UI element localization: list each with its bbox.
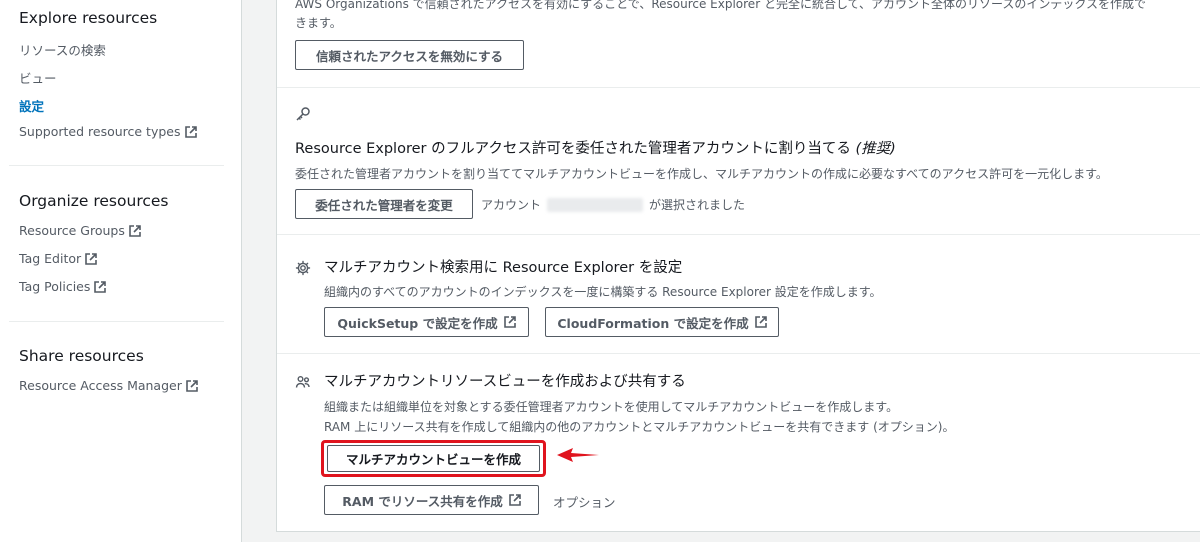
optional-label: オプション (553, 495, 616, 510)
section-divider (277, 353, 1200, 354)
multi-view-description-ram: RAM 上にリソース共有を作成して組織内の他のアカウントとマルチアカウントビュー… (324, 420, 955, 434)
gear-icon (295, 260, 311, 276)
nav-section-explore: Explore resources リソースの検索 ビュー 設定 Support… (19, 9, 197, 139)
sidebar-item-label: リソースの検索 (19, 43, 106, 58)
nav-section-share: Share resources Resource Access Manager (19, 347, 198, 393)
account-suffix: が選択されました (649, 198, 746, 212)
external-link-icon (94, 280, 107, 293)
sidebar-item-label: 設定 (19, 99, 45, 114)
nav-divider (9, 321, 224, 322)
external-link-icon (186, 379, 198, 392)
change-delegated-admin-button[interactable]: 委任された管理者を変更 (295, 189, 473, 219)
external-link-icon (184, 125, 197, 138)
selected-account-status: アカウント が選択されました (481, 196, 745, 213)
create-multi-account-view-button[interactable]: マルチアカウントビューを作成 (327, 445, 540, 472)
sidebar-item-label: Tag Editor (19, 251, 82, 266)
quicksetup-button[interactable]: QuickSetup で設定を作成 (324, 307, 529, 337)
section-divider (277, 87, 1200, 88)
external-link-icon (85, 252, 97, 265)
cloudformation-button-label: CloudFormation で設定を作成 (557, 315, 749, 331)
external-link-icon (754, 316, 767, 328)
external-link-icon (129, 224, 141, 237)
red-arrow-icon (557, 448, 599, 462)
account-prefix: アカウント (481, 198, 542, 212)
trusted-access-description-cont: きます。 (295, 16, 342, 30)
users-icon (295, 376, 310, 388)
settings-panel: AWS Organizations で信頼されたアクセスを有効にすることで、Re… (276, 0, 1200, 532)
multi-view-description: 組織または組織単位を対象とする委任管理者アカウントを使用してマルチアカウントビュ… (324, 400, 899, 414)
sidebar-item-label: Resource Access Manager (19, 378, 182, 393)
sidebar-item-search[interactable]: リソースの検索 (19, 40, 106, 59)
sidebar-item-settings[interactable]: 設定 (19, 96, 44, 115)
nav-section-organize: Organize resources Resource Groups Tag E… (19, 192, 169, 294)
sidebar-item-views[interactable]: ビュー (19, 68, 57, 87)
ram-resource-share-button[interactable]: RAM でリソース共有を作成 (324, 485, 539, 515)
external-link-icon (508, 494, 521, 506)
redacted-account-id (547, 197, 644, 212)
multi-view-title: マルチアカウントリソースビューを作成および共有する (324, 374, 686, 390)
quicksetup-button-label: QuickSetup で設定を作成 (337, 315, 498, 331)
nav-heading-explore: Explore resources (19, 9, 158, 27)
sidebar-item-label: Supported resource types (19, 124, 181, 139)
trusted-access-description: AWS Organizations で信頼されたアクセスを有効にすることで、Re… (295, 0, 1147, 11)
multi-search-description: 組織内のすべてのアカウントのインデックスを一度に構築する Resource Ex… (324, 285, 882, 299)
sidebar-item-tag-policies[interactable]: Tag Policies (19, 279, 107, 294)
external-link-icon (503, 316, 516, 328)
sidebar-item-label: ビュー (19, 71, 57, 86)
key-icon (296, 107, 310, 121)
delegated-admin-title-text: Resource Explorer のフルアクセス許可を委任された管理者アカウン… (295, 141, 851, 157)
recommended-label: (推奨) (855, 141, 896, 157)
sidebar-item-resource-groups[interactable]: Resource Groups (19, 223, 141, 238)
section-divider (277, 234, 1200, 235)
sidebar: Explore resources リソースの検索 ビュー 設定 Support… (0, 0, 242, 542)
ram-share-button-label: RAM でリソース共有を作成 (342, 493, 503, 509)
nav-heading-organize: Organize resources (19, 192, 169, 210)
sidebar-item-label: Resource Groups (19, 223, 125, 238)
cloudformation-button[interactable]: CloudFormation で設定を作成 (545, 307, 779, 337)
sidebar-item-supported-types[interactable]: Supported resource types (19, 124, 197, 139)
sidebar-item-ram[interactable]: Resource Access Manager (19, 378, 198, 393)
delegated-admin-title: Resource Explorer のフルアクセス許可を委任された管理者アカウン… (295, 137, 896, 158)
multi-search-title: マルチアカウント検索用に Resource Explorer を設定 (324, 260, 683, 276)
sidebar-item-tag-editor[interactable]: Tag Editor (19, 251, 97, 266)
nav-heading-share: Share resources (19, 347, 144, 365)
delegated-admin-description: 委任された管理者アカウントを割り当ててマルチアカウントビューを作成し、マルチアカ… (295, 167, 1108, 181)
sidebar-item-label: Tag Policies (19, 279, 91, 294)
nav-divider (9, 165, 224, 166)
disable-trusted-access-button[interactable]: 信頼されたアクセスを無効にする (295, 40, 524, 70)
